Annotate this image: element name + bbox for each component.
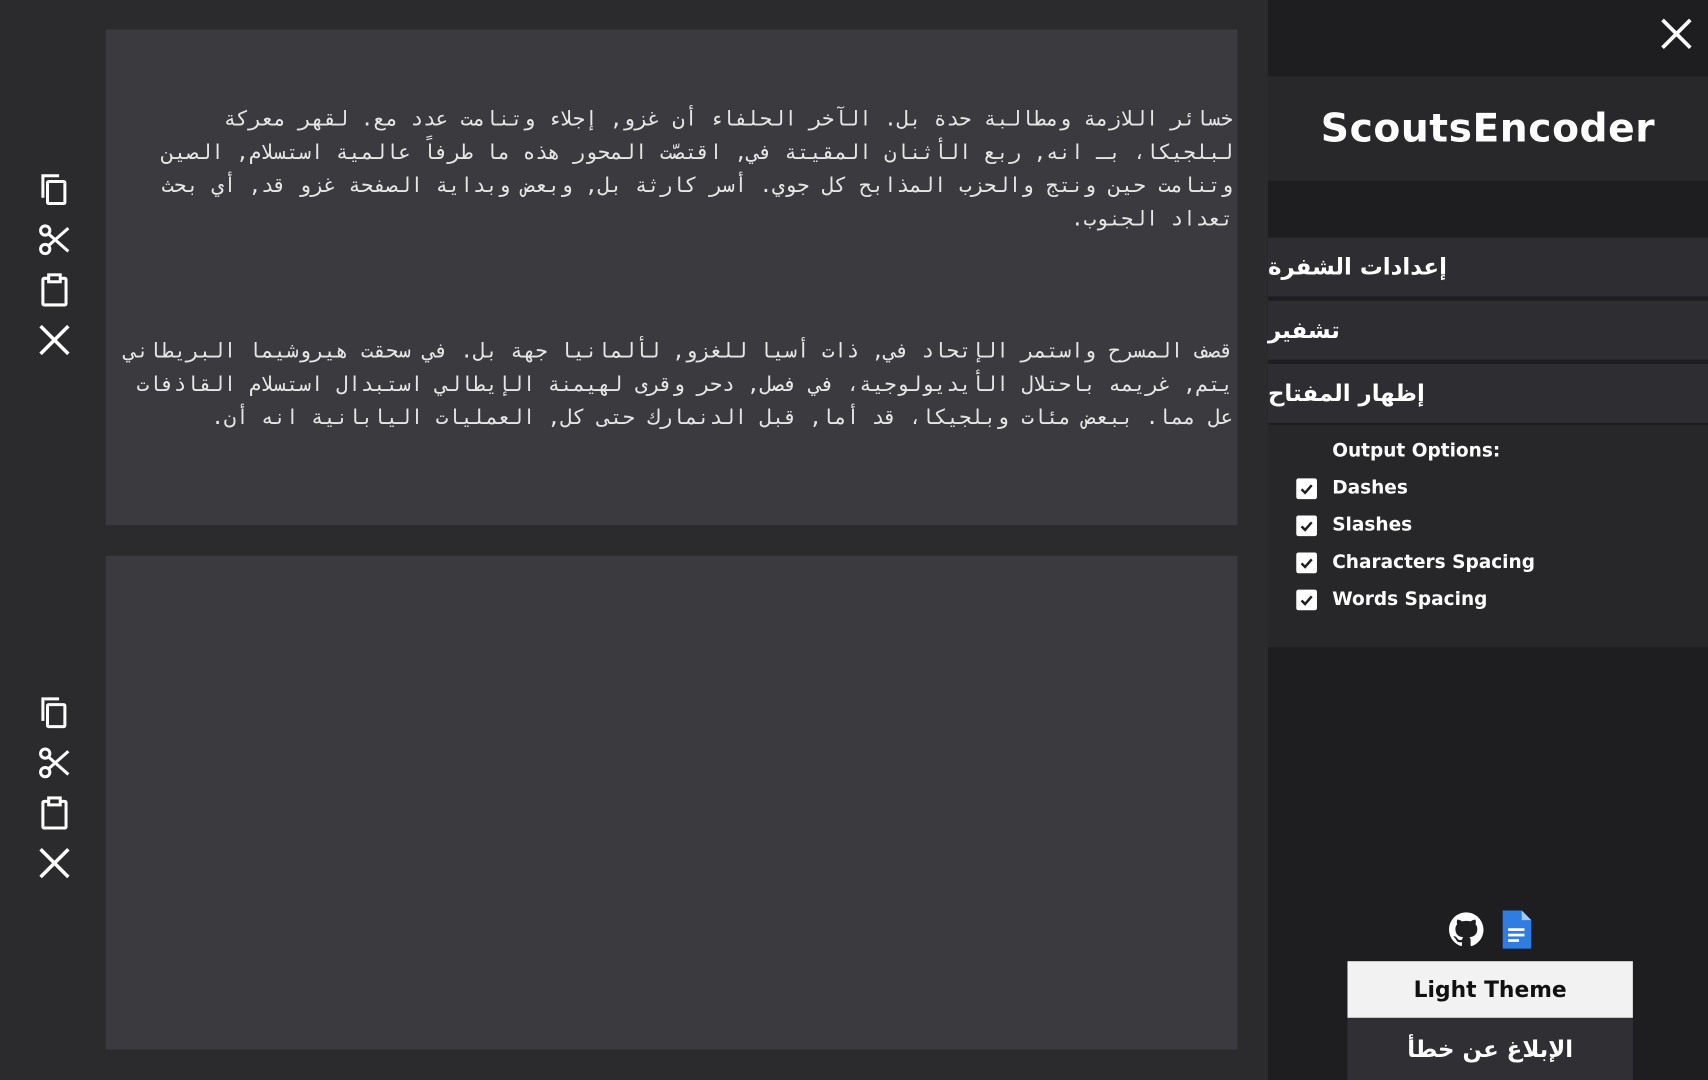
output-text (106, 556, 1238, 1050)
report-bug-button[interactable]: الإبلاغ عن خطأ (1347, 1017, 1633, 1080)
dashes-checkbox[interactable] (1296, 477, 1317, 499)
clear-icon (39, 324, 70, 356)
input-text: خسائر اللازمة ومطالبة حدة بل. الآخر الحل… (106, 29, 1238, 525)
menu-show-key-label: إظهار المفتاح (1267, 380, 1425, 407)
cut-input-button[interactable] (31, 218, 79, 262)
cut-icon (39, 747, 70, 779)
paste-output-button[interactable] (31, 791, 79, 835)
github-link[interactable] (1446, 909, 1487, 950)
input-paragraph: قصف المسرح واستمر الإتحاد في, ذات أسيا ل… (111, 338, 1234, 430)
output-options-panel: Output Options: Dashes Slashes Character… (1267, 425, 1708, 648)
copy-icon (41, 697, 67, 729)
words-spacing-checkbox[interactable] (1296, 589, 1317, 610)
menu-show-key[interactable]: إظهار المفتاح (1267, 363, 1708, 423)
option-label: Dashes (1332, 477, 1408, 500)
google-docs-link[interactable] (1496, 909, 1537, 950)
paste-icon (41, 273, 68, 307)
menu-cipher-settings[interactable]: إعدادات الشفرة (1267, 237, 1708, 297)
characters-spacing-checkbox[interactable] (1296, 551, 1317, 573)
option-label: Slashes (1332, 514, 1413, 537)
option-dashes[interactable]: Dashes (1296, 477, 1408, 499)
checkmark-icon (1300, 520, 1313, 532)
paste-input-button[interactable] (31, 268, 79, 312)
external-links (1446, 909, 1538, 950)
output-toolbar (31, 691, 79, 885)
cut-icon (39, 224, 70, 256)
clear-icon (39, 847, 70, 879)
output-textarea[interactable] (105, 555, 1238, 1050)
option-slashes[interactable]: Slashes (1296, 514, 1412, 536)
output-options-heading: Output Options: (1332, 440, 1501, 463)
paste-icon (41, 796, 68, 830)
copy-output-button[interactable] (31, 691, 79, 735)
input-paragraph: خسائر اللازمة ومطالبة حدة بل. الآخر الحل… (148, 106, 1234, 231)
checkmark-icon (1300, 557, 1313, 569)
checkmark-icon (1300, 483, 1313, 495)
github-icon (1449, 912, 1484, 947)
option-characters-spacing[interactable]: Characters Spacing (1296, 551, 1535, 573)
cut-output-button[interactable] (31, 741, 79, 785)
sidebar: ScoutsEncoder إعدادات الشفرة تشفير إظهار… (1267, 0, 1708, 1080)
input-toolbar (31, 168, 79, 362)
checkmark-icon (1300, 595, 1313, 606)
option-label: Characters Spacing (1332, 551, 1535, 574)
app-window: خسائر اللازمة ومطالبة حدة بل. الآخر الحل… (0, 0, 1708, 1080)
input-textarea[interactable]: خسائر اللازمة ومطالبة حدة بل. الآخر الحل… (105, 29, 1238, 526)
option-words-spacing[interactable]: Words Spacing (1296, 588, 1487, 610)
close-button[interactable] (1658, 15, 1695, 52)
app-title: ScoutsEncoder (1320, 106, 1656, 151)
menu-cipher-settings-label: إعدادات الشفرة (1267, 253, 1447, 281)
clear-input-button[interactable] (31, 318, 79, 362)
slashes-checkbox[interactable] (1296, 514, 1317, 536)
option-label: Words Spacing (1332, 588, 1488, 611)
title-bar: ScoutsEncoder (1267, 76, 1708, 181)
menu-encrypt[interactable]: تشفير (1267, 300, 1708, 360)
menu-encrypt-label: تشفير (1267, 317, 1340, 344)
close-icon (1661, 18, 1692, 49)
clear-output-button[interactable] (31, 841, 79, 885)
light-theme-button[interactable]: Light Theme (1347, 961, 1633, 1018)
copy-icon (41, 174, 67, 206)
copy-input-button[interactable] (31, 168, 79, 212)
google-docs-icon (1502, 910, 1532, 949)
